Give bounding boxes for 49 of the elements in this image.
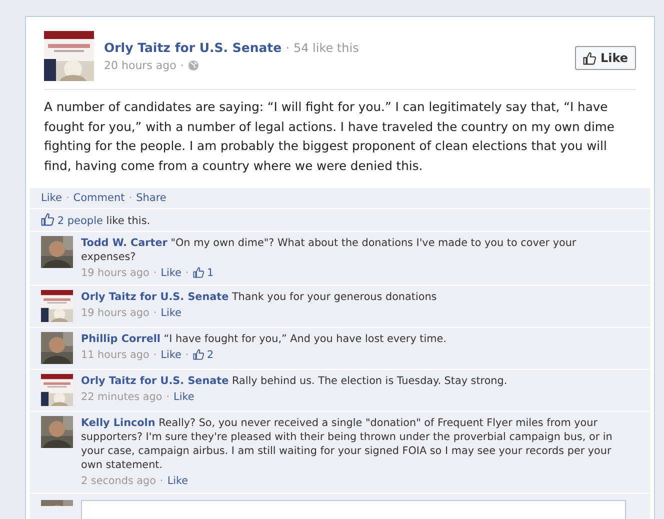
timestamp: 20 hours ago (104, 59, 176, 72)
author-link[interactable]: Orly Taitz for U.S. Senate (81, 291, 229, 303)
separator: · (185, 267, 189, 279)
thumbs-up-icon (583, 52, 596, 64)
separator: · (160, 475, 164, 487)
thumbs-up-icon (41, 213, 54, 226)
globe-icon (188, 60, 199, 71)
timestamp: 2 seconds ago (81, 475, 156, 487)
people-link[interactable]: 2 people (57, 215, 103, 227)
comment-text: Orly Taitz for U.S. Senate Thank you for your generous donations (81, 290, 438, 304)
likes-summary: 2 people like this. (57, 215, 150, 227)
post-text: A number of candidates are saying: “I will fight for you.” I can legitimately say that, “I have fought for you,” with a number of legal actions. I have traveled the country on my own dime fighting for the people. I am probably the biggest proponent of clean elections that you will find, having come from a country where we were denied this. (44, 99, 616, 174)
timestamp: 19 hours ago (81, 307, 150, 319)
separator: · (185, 349, 189, 361)
separator: · (66, 192, 70, 204)
action-link[interactable]: Like (41, 192, 62, 204)
action-link[interactable]: Comment (73, 192, 125, 204)
author-link[interactable]: Phillip Correll (81, 333, 160, 345)
author-link[interactable]: Orly Taitz for U.S. Senate (81, 375, 229, 387)
like-link[interactable]: Like (160, 349, 182, 361)
like-count[interactable]: 2 (192, 349, 214, 361)
timestamp: 22 minutes ago (81, 391, 162, 403)
action-link[interactable]: Share (136, 192, 166, 204)
author-link[interactable]: Kelly Lincoln (81, 417, 156, 429)
comment-field[interactable] (81, 500, 626, 519)
separator: · (153, 349, 157, 361)
comment-text: Phillip Correll “I have fought for you,” And you have lost every time. (81, 332, 448, 346)
author-link[interactable]: Todd W. Carter (81, 237, 168, 249)
thumbs-up-icon (192, 349, 204, 360)
timestamp: 11 hours ago (81, 349, 150, 361)
like-count[interactable]: 1 (192, 267, 214, 279)
separator: · (166, 391, 170, 403)
thumbs-up-icon (192, 267, 204, 278)
like-link[interactable]: Like (160, 267, 182, 279)
like-link[interactable]: Like (160, 307, 182, 319)
like-link[interactable]: Like (167, 475, 188, 487)
comment-text: Kelly Lincoln Really? So, you never received a single "donation" of Frequent Flyer miles from your supporters? I'm sure they're pleased with their being thrown under the proverbial campaign bus, or in your case, campaign airbus. I am still waiting for your signed FOIA so I may see your records per your own statement. (81, 416, 614, 472)
separator: · (286, 41, 290, 55)
page-name-link[interactable]: Orly Taitz for U.S. Senate (104, 40, 282, 55)
timestamp: 19 hours ago (81, 267, 150, 279)
separator: · (153, 267, 157, 279)
like-count: 54 like this (293, 41, 359, 55)
comment-text: Orly Taitz for U.S. Senate Rally behind us. The election is Tuesday. Stay strong. (81, 374, 508, 388)
separator: · (180, 59, 184, 72)
separator: · (128, 192, 132, 204)
comment-text: Todd W. Carter "On my own dime"? What about the donations I've made to you to cover your expenses? (81, 236, 578, 264)
like-link[interactable]: Like (174, 391, 194, 403)
like-button[interactable]: Like (575, 46, 636, 70)
separator: · (153, 307, 157, 319)
